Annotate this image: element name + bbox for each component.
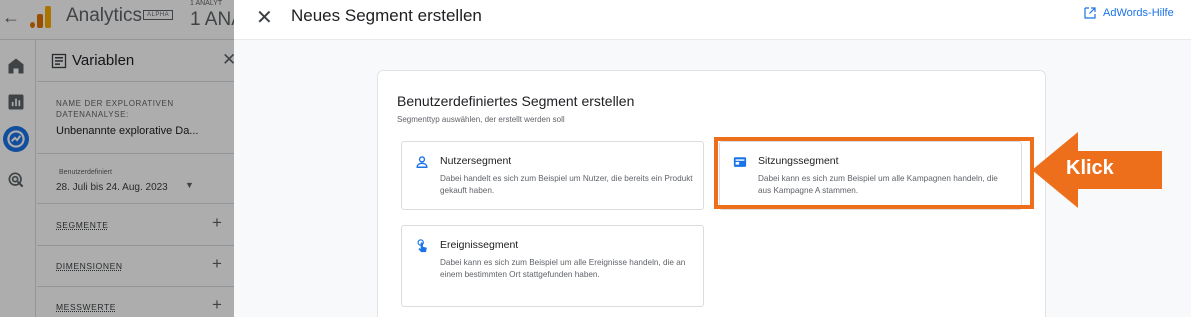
new-segment-dialog: ✕ Neues Segment erstellen AdWords-Hilfe … — [234, 0, 1191, 317]
annotation-highlight-box — [714, 137, 1034, 209]
option-title: Nutzersegment — [440, 155, 512, 167]
event-segment-option[interactable]: Ereignissegment Dabei kann es sich zum B… — [401, 225, 704, 307]
user-segment-option[interactable]: Nutzersegment Dabei handelt es sich zum … — [401, 141, 704, 210]
card-subtitle: Segmenttyp auswählen, der erstellt werde… — [397, 115, 565, 124]
dialog-title: Neues Segment erstellen — [291, 6, 482, 25]
tap-icon — [417, 239, 427, 253]
option-description: Dabei kann es sich zum Beispiel um alle … — [440, 258, 686, 279]
external-link-icon[interactable] — [1084, 7, 1096, 19]
help-link[interactable]: AdWords-Hilfe — [1103, 7, 1174, 19]
option-description: Dabei handelt es sich zum Beispiel um Nu… — [440, 174, 693, 195]
option-title: Ereignissegment — [440, 239, 519, 251]
close-icon[interactable]: ✕ — [256, 5, 273, 30]
annotation-label: Klick — [1066, 157, 1114, 179]
modal-backdrop[interactable] — [0, 0, 234, 317]
analytics-app-background: ← Analytics ALPHA 1 ANALYT 1 ANA Variabl… — [0, 0, 244, 317]
person-icon — [416, 156, 428, 168]
card-title: Benutzerdefiniertes Segment erstellen — [397, 93, 635, 109]
dialog-header: ✕ Neues Segment erstellen AdWords-Hilfe — [234, 0, 1191, 40]
